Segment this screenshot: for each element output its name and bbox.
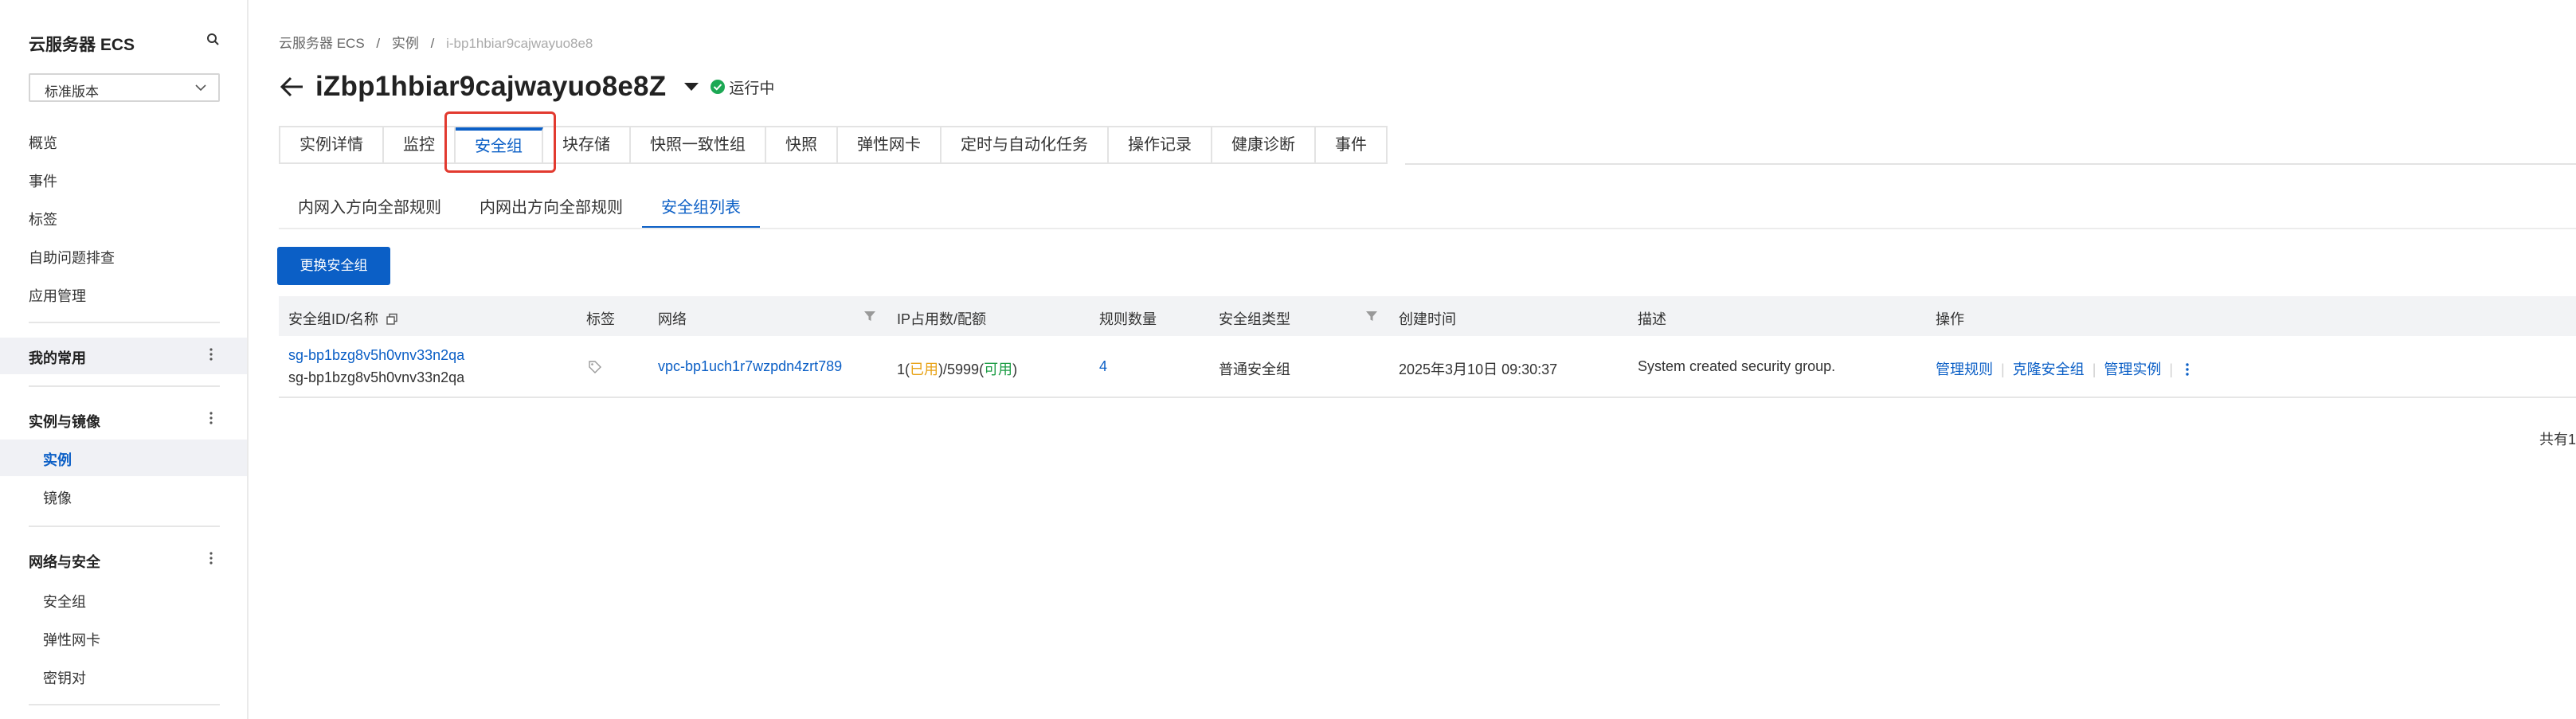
tab-events[interactable]: 事件 [1316,127,1386,162]
more-icon[interactable] [209,347,213,361]
sidebar-title: 云服务器 ECS [29,36,135,54]
ip-used-count: 1 [897,361,906,377]
sg-name: sg-bp1bzg8v5h0vnv33n2qa [288,369,465,385]
ip-available-label: 可用 [984,361,1013,377]
breadcrumb-ecs[interactable]: 云服务器 ECS [279,36,365,51]
sidebar-item-tags[interactable]: 标签 [29,209,57,229]
column-header-rule-count: 规则数量 [1099,311,1157,327]
sidebar-item-instances[interactable]: 实例 [43,449,72,470]
tab-scheduled-tasks[interactable]: 定时与自动化任务 [942,127,1109,162]
column-header-description: 描述 [1638,311,1666,327]
change-security-group-button[interactable]: 更换安全组 [277,247,390,285]
sidebar-item-events[interactable]: 事件 [29,170,57,191]
status-badge: 运行中 [711,76,774,98]
tab-bar-baseline [1405,163,2576,165]
sidebar-divider [29,322,220,323]
column-header-sg-id: 安全组ID/名称 [288,308,398,329]
breadcrumb-separator: / [376,36,381,51]
sidebar-divider [29,704,220,705]
highlight-annotation [444,111,556,173]
sidebar-item-keypairs[interactable]: 密钥对 [43,667,86,688]
sidebar-item-app-management[interactable]: 应用管理 [29,285,86,306]
edition-select[interactable]: 标准版本 [29,73,220,102]
filter-icon[interactable] [863,310,876,322]
subtab-outbound-rules[interactable]: 内网出方向全部规则 [460,194,642,229]
subtab-security-group-list[interactable]: 安全组列表 [642,194,760,229]
copy-icon[interactable] [386,313,398,326]
sg-id-link[interactable]: sg-bp1bzg8v5h0vnv33n2qa [288,347,464,364]
breadcrumb-current: i-bp1hbiar9cajwayuo8e8 [446,36,593,51]
chevron-down-icon [195,84,206,92]
sidebar-group-network-security[interactable]: 网络与安全 [29,551,100,572]
sidebar-divider [29,385,220,387]
tab-instance-details[interactable]: 实例详情 [280,127,384,162]
ip-usage: 1(已用)/5999(可用) [897,361,1018,377]
title-row: iZbp1hbiar9cajwayuo8e8Z 运行中 [279,67,774,107]
caret-down-icon[interactable] [683,82,699,92]
security-group-table: 安全组ID/名称 标签 网络 IP占用数/配额 规则数量 安全组类型 创建时间 … [279,296,2576,398]
edition-select-value: 标准版本 [45,84,99,100]
table-header: 安全组ID/名称 标签 网络 IP占用数/配额 规则数量 安全组类型 创建时间 … [279,296,2576,336]
pagination-total: 共有1 [2539,432,2576,447]
sg-type: 普通安全组 [1219,361,1290,377]
breadcrumb: 云服务器 ECS / 实例 / i-bp1hbiar9cajwayuo8e8 [279,32,601,52]
column-header-created-time: 创建时间 [1399,311,1456,327]
more-icon[interactable] [209,551,213,565]
tab-snapshot-consistency-groups[interactable]: 快照一致性组 [631,127,766,162]
manage-instances-link[interactable]: 管理实例 [2104,361,2161,377]
ip-quota: 5999 [947,361,980,377]
sidebar: 云服务器 ECS 标准版本 概览 事件 标签 自助问题排查 应用管理 我的常用 … [0,0,249,719]
more-icon[interactable] [209,411,213,425]
sidebar-group-favorites[interactable]: 我的常用 [29,347,86,368]
tab-eni[interactable]: 弹性网卡 [838,127,942,162]
ip-used-label: 已用 [910,361,939,377]
tag-icon[interactable] [588,360,602,374]
subtab-inbound-rules[interactable]: 内网入方向全部规则 [279,194,460,229]
sidebar-active-band [0,440,247,476]
vpc-link[interactable]: vpc-bp1uch1r7wzpdn4zrt789 [658,358,842,375]
sidebar-item-images[interactable]: 镜像 [43,487,72,508]
tab-health-diagnosis[interactable]: 健康诊断 [1212,127,1316,162]
manage-rules-link[interactable]: 管理规则 [1936,361,1993,377]
breadcrumb-separator: / [430,36,435,51]
sidebar-group-instances-images[interactable]: 实例与镜像 [29,411,100,432]
row-operations: 管理规则 | 克隆安全组 | 管理实例 | [1936,358,2190,379]
tab-snapshots[interactable]: 快照 [766,127,838,162]
column-header-network: 网络 [658,311,687,327]
tab-operation-logs[interactable]: 操作记录 [1109,127,1212,162]
created-time: 2025年3月10日 09:30:37 [1399,361,1558,377]
back-arrow-icon[interactable] [279,75,304,99]
sidebar-divider [29,526,220,527]
subtab-baseline [279,228,2576,229]
rule-count-link[interactable]: 4 [1099,358,1107,375]
column-header-sg-type: 安全组类型 [1219,311,1290,327]
search-icon[interactable] [206,32,221,48]
check-circle-icon [711,80,726,94]
clone-security-group-link[interactable]: 克隆安全组 [2013,361,2085,377]
filter-icon[interactable] [1365,310,1378,322]
sidebar-item-security-groups[interactable]: 安全组 [43,591,86,612]
description: System created security group. [1638,358,1836,374]
column-header-tags: 标签 [586,311,615,327]
column-header-label: 安全组ID/名称 [288,311,379,327]
sidebar-item-troubleshoot[interactable]: 自助问题排查 [29,247,115,268]
more-actions-icon[interactable] [2185,362,2190,377]
sidebar-item-eni[interactable]: 弹性网卡 [43,629,100,650]
sidebar-item-overview[interactable]: 概览 [29,132,57,153]
status-text: 运行中 [729,80,775,97]
breadcrumb-instances[interactable]: 实例 [392,36,419,51]
column-header-ip-quota: IP占用数/配额 [897,311,987,327]
tab-block-storage[interactable]: 块存储 [543,127,631,162]
column-header-operations: 操作 [1936,311,1964,327]
page-title: iZbp1hbiar9cajwayuo8e8Z [315,71,667,102]
subtab-bar: 内网入方向全部规则 内网出方向全部规则 安全组列表 [279,194,760,229]
table-row: sg-bp1bzg8v5h0vnv33n2qa sg-bp1bzg8v5h0vn… [279,336,2576,398]
